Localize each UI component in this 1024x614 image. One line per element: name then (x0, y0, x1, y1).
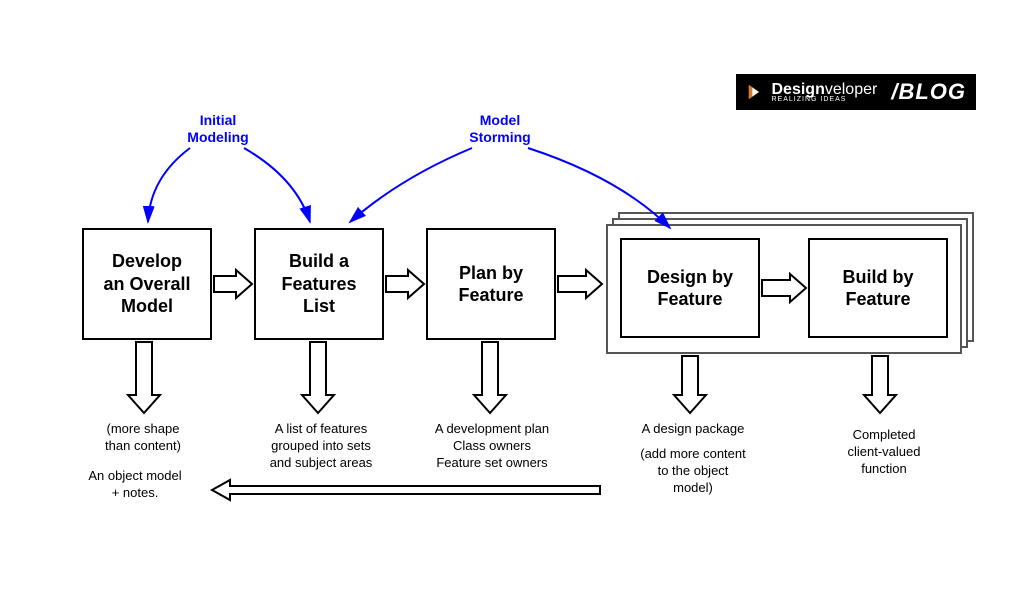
arrow-feedback-loop (212, 480, 600, 500)
output-develop-2: An object model+ notes. (70, 468, 200, 502)
output-develop-1: (more shapethan content) (88, 421, 198, 455)
arrow-initial-to-buildlist (244, 148, 310, 222)
output-plan: A development planClass ownersFeature se… (422, 421, 562, 472)
output-design-2: (add more contentto the objectmodel) (628, 446, 758, 497)
arrow-down-design (674, 356, 706, 413)
box-build-features-list: Build aFeaturesList (254, 228, 384, 340)
arrow-develop-to-buildlist (214, 270, 252, 298)
annotation-model-storming: ModelStorming (460, 112, 540, 146)
annotation-initial-modeling: InitialModeling (178, 112, 258, 146)
arrow-down-plan (474, 342, 506, 413)
fdd-process-diagram: InitialModeling ModelStorming Developan … (0, 0, 1024, 614)
arrow-initial-to-develop (148, 148, 190, 222)
output-build: Completedclient-valuedfunction (824, 427, 944, 478)
arrow-down-develop (128, 342, 160, 413)
arrow-down-buildlist (302, 342, 334, 413)
box-develop-overall-model: Developan OverallModel (82, 228, 212, 340)
arrow-down-build (864, 356, 896, 413)
output-design-1: A design package (628, 421, 758, 438)
box-plan-by-feature: Plan byFeature (426, 228, 556, 340)
arrow-plan-to-design (558, 270, 602, 298)
arrow-buildlist-to-plan (386, 270, 424, 298)
arrow-storm-to-buildlist (350, 148, 472, 222)
box-build-by-feature: Build byFeature (808, 238, 948, 338)
output-build-list: A list of featuresgrouped into setsand s… (256, 421, 386, 472)
box-design-by-feature: Design byFeature (620, 238, 760, 338)
